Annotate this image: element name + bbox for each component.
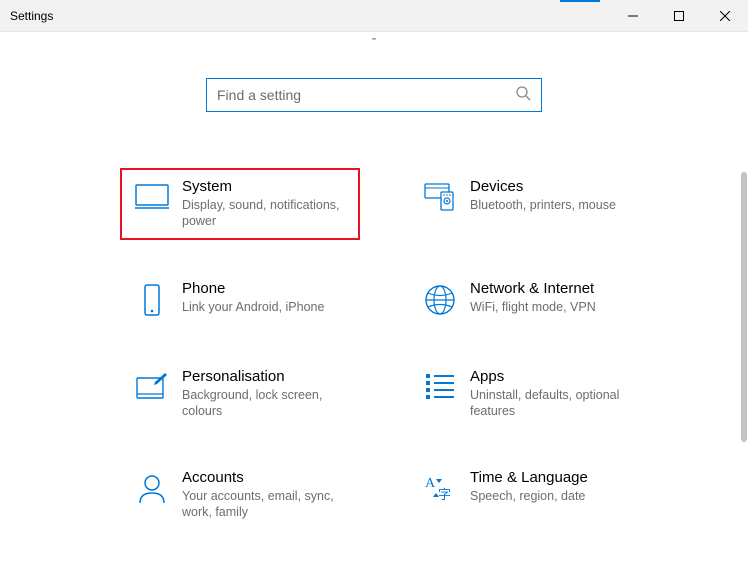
category-desc: Bluetooth, printers, mouse (470, 197, 616, 213)
search-icon (515, 85, 531, 106)
category-title: System (182, 178, 352, 195)
close-icon (720, 11, 730, 21)
categories-grid: System Display, sound, notifications, po… (120, 168, 748, 531)
scrollbar-thumb[interactable] (741, 172, 747, 442)
category-desc: Uninstall, defaults, optional features (470, 387, 640, 420)
category-title: Time & Language (470, 469, 588, 486)
globe-icon (416, 280, 464, 318)
category-title: Accounts (182, 469, 352, 486)
category-desc: Display, sound, notifications, power (182, 197, 352, 230)
personalisation-icon (128, 368, 176, 420)
category-desc: Link your Android, iPhone (182, 299, 324, 315)
category-accounts[interactable]: Accounts Your accounts, email, sync, wor… (120, 459, 360, 531)
minimize-icon (628, 11, 638, 21)
phone-icon (128, 280, 176, 318)
category-title: Personalisation (182, 368, 352, 385)
category-personalisation[interactable]: Personalisation Background, lock screen,… (120, 358, 360, 430)
category-desc: WiFi, flight mode, VPN (470, 299, 596, 315)
devices-icon (416, 178, 464, 230)
category-network[interactable]: Network & Internet WiFi, flight mode, VP… (408, 270, 648, 328)
titlebar: Settings (0, 0, 748, 32)
content-area: - System Display, sound, notifications, … (0, 32, 748, 571)
category-desc: Background, lock screen, colours (182, 387, 352, 420)
heading-placeholder: - (371, 30, 376, 48)
svg-text:字: 字 (438, 487, 451, 502)
category-title: Phone (182, 280, 324, 297)
close-button[interactable] (702, 0, 748, 31)
window-controls (610, 0, 748, 31)
category-devices[interactable]: Devices Bluetooth, printers, mouse (408, 168, 648, 240)
category-apps[interactable]: Apps Uninstall, defaults, optional featu… (408, 358, 648, 430)
system-icon (128, 178, 176, 230)
category-phone[interactable]: Phone Link your Android, iPhone (120, 270, 360, 328)
category-time-language[interactable]: A字 Time & Language Speech, region, date (408, 459, 648, 531)
time-language-icon: A字 (416, 469, 464, 521)
titlebar-accent (560, 0, 600, 2)
maximize-button[interactable] (656, 0, 702, 31)
maximize-icon (674, 11, 684, 21)
category-desc: Your accounts, email, sync, work, family (182, 488, 352, 521)
window-title: Settings (10, 9, 53, 23)
category-title: Apps (470, 368, 640, 385)
category-desc: Speech, region, date (470, 488, 588, 504)
category-system[interactable]: System Display, sound, notifications, po… (120, 168, 360, 240)
search-input[interactable] (217, 87, 515, 103)
svg-text:A: A (425, 476, 436, 491)
accounts-icon (128, 469, 176, 521)
category-title: Devices (470, 178, 616, 195)
apps-icon (416, 368, 464, 420)
category-title: Network & Internet (470, 280, 596, 297)
search-box[interactable] (206, 78, 542, 112)
minimize-button[interactable] (610, 0, 656, 31)
